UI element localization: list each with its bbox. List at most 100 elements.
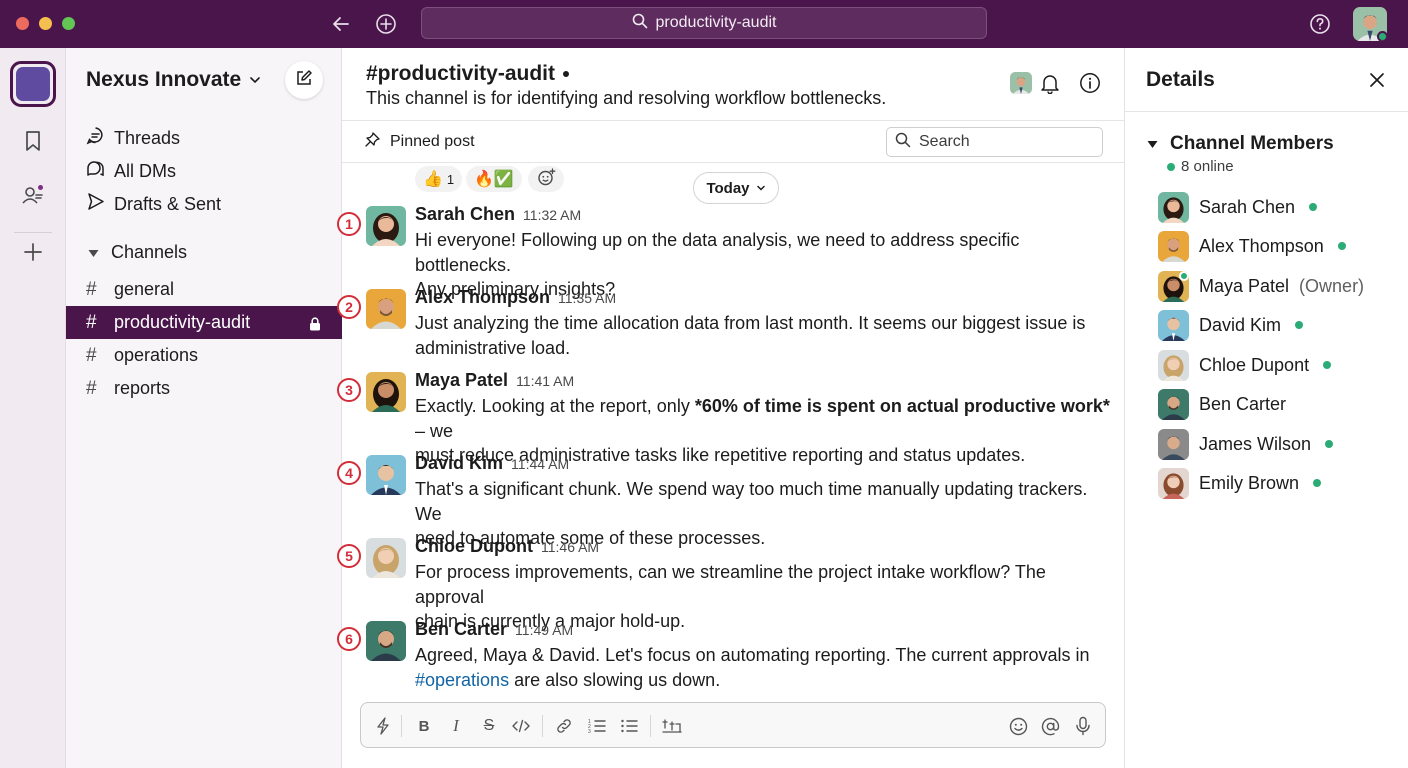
avatar[interactable] [366,372,406,412]
message-author[interactable]: David Kim [415,453,503,474]
message-composer[interactable]: B I S 123 [360,702,1106,748]
sidebar-item-operations[interactable]: # operations [66,339,342,372]
channels-section-toggle[interactable]: Channels [88,242,187,263]
add-icon[interactable] [18,237,48,267]
bell-icon[interactable] [1037,70,1063,96]
message-timestamp[interactable]: 11:46 AM [541,539,599,555]
toolbar-separator [542,715,543,737]
member-item[interactable]: Alex Thompson [1158,230,1346,262]
code-icon[interactable] [509,714,533,738]
mention-icon[interactable] [1038,714,1062,738]
compose-icon [295,69,313,92]
message-item[interactable]: 6 Ben Carter 11:49 AM Agreed, Maya & Dav… [337,619,1124,697]
plus-circle-icon[interactable] [372,10,400,38]
avatar[interactable] [366,206,406,246]
back-arrow-icon[interactable] [327,10,355,38]
online-dot [1313,479,1322,487]
message-timestamp[interactable]: 11:32 AM [523,207,581,223]
close-icon[interactable] [1365,68,1389,92]
close-window-button[interactable] [16,17,29,30]
compose-button[interactable] [285,61,323,99]
bold-icon[interactable]: B [412,714,436,738]
message-line: Exactly. Looking at the report, only *60… [415,394,1115,443]
message-author[interactable]: Ben Carter [415,619,507,640]
channel-link-operations[interactable]: #operations [415,670,509,690]
message-item[interactable]: 1 Sarah Chen 11:32 AM Hi everyone! Follo… [337,204,1124,299]
member-item[interactable]: Ben Carter [1158,388,1286,420]
member-item[interactable]: Chloe Dupont [1158,349,1332,381]
member-item[interactable]: Maya Patel (Owner) [1158,270,1364,302]
strikethrough-icon[interactable]: S [477,714,501,738]
avatar[interactable] [366,538,406,578]
sidebar-item-label: Threads [114,127,181,148]
channels-section-label: Channels [111,242,188,262]
online-dot [1337,242,1346,250]
message-author[interactable]: Chloe Dupont [415,536,533,557]
minimize-window-button[interactable] [39,17,52,30]
avatar [1158,270,1189,302]
avatar[interactable] [366,621,406,661]
workspace-switcher[interactable] [10,61,56,107]
channel-status-dot [563,71,570,77]
message-timestamp[interactable]: 11:41 AM [516,373,574,389]
channel-search-input[interactable]: Search [886,127,1103,157]
italic-icon[interactable]: I [444,714,468,738]
member-name: Ben Carter [1199,393,1287,414]
microphone-icon[interactable] [1071,714,1095,738]
message-timestamp[interactable]: 11:44 AM [511,456,569,472]
lock-icon [309,315,321,336]
numbered-list-icon[interactable]: 123 [585,714,609,738]
people-icon[interactable] [18,180,48,210]
message-item[interactable]: 5 Chloe Dupont 11:46 AM For process impr… [337,536,1124,631]
channel-members-toggle[interactable]: Channel Members [1147,133,1334,155]
avatar [1158,429,1189,460]
info-icon[interactable] [1077,70,1103,96]
sidebar-item-drafts-sent[interactable]: Drafts & Sent [86,189,221,219]
chevron-down-icon [756,180,766,197]
maximize-window-button[interactable] [62,17,75,30]
channel-title-button[interactable]: #productivity-audit [366,62,570,86]
message-author[interactable]: Sarah Chen [415,204,515,225]
avatar[interactable] [366,455,406,495]
search-placeholder: Search [919,133,970,150]
avatar[interactable] [366,289,406,329]
reaction-thumbs-up[interactable]: 👍 1 [415,166,463,192]
global-search-input[interactable]: productivity-audit [421,7,987,39]
sidebar-item-threads[interactable]: Threads [86,123,180,153]
link-icon[interactable] [552,714,576,738]
workspace-name-menu[interactable]: Nexus Innovate [86,68,261,92]
message-timestamp[interactable]: 11:35 AM [558,290,616,306]
reaction-fire-check[interactable]: 🔥✅ [466,166,522,192]
message-author[interactable]: Maya Patel [415,370,508,391]
message-item[interactable]: 3 Maya Patel 11:41 AM Exactly. Looking a… [337,370,1124,465]
member-item[interactable]: Sarah Chen [1158,191,1318,223]
message-timestamp[interactable]: 11:49 AM [515,622,573,638]
member-item[interactable]: David Kim [1158,309,1304,341]
online-count-label: 8 online [1181,158,1234,175]
emoji-icon[interactable] [1006,714,1030,738]
sidebar: Nexus Innovate Threads All DMs Drafts & … [66,48,342,768]
channel-members-avatar[interactable] [1010,72,1032,94]
pinned-post-link[interactable]: Pinned post [364,131,475,153]
code-block-icon[interactable] [660,714,684,738]
bulleted-list-icon[interactable] [617,714,641,738]
message-text: Agreed, Maya & David. Let's focus on aut… [415,643,1115,692]
member-item[interactable]: Emily Brown [1158,467,1322,499]
help-icon[interactable] [1306,10,1334,38]
member-name: Sarah Chen [1199,196,1296,217]
add-reaction-button[interactable] [528,166,564,192]
sidebar-item-productivity-audit[interactable]: # productivity-audit [66,306,342,339]
shortcuts-icon[interactable] [371,714,395,738]
message-item[interactable]: 4 David Kim 11:44 AM That's a significan… [337,453,1124,548]
bookmark-icon[interactable] [18,126,48,156]
message-item[interactable]: 2 Alex Thompson 11:35 AM Just analyzing … [337,287,1124,365]
member-item[interactable]: James Wilson [1158,428,1334,460]
sidebar-item-all-dms[interactable]: All DMs [86,156,176,186]
sidebar-item-general[interactable]: # general [66,273,342,306]
user-avatar[interactable] [1353,7,1387,41]
message-text: Just analyzing the time allocation data … [415,311,1115,360]
date-divider-button[interactable]: Today [693,172,779,204]
message-author[interactable]: Alex Thompson [415,287,550,308]
sidebar-item-reports[interactable]: # reports [66,372,342,405]
search-text: productivity-audit [655,14,777,31]
